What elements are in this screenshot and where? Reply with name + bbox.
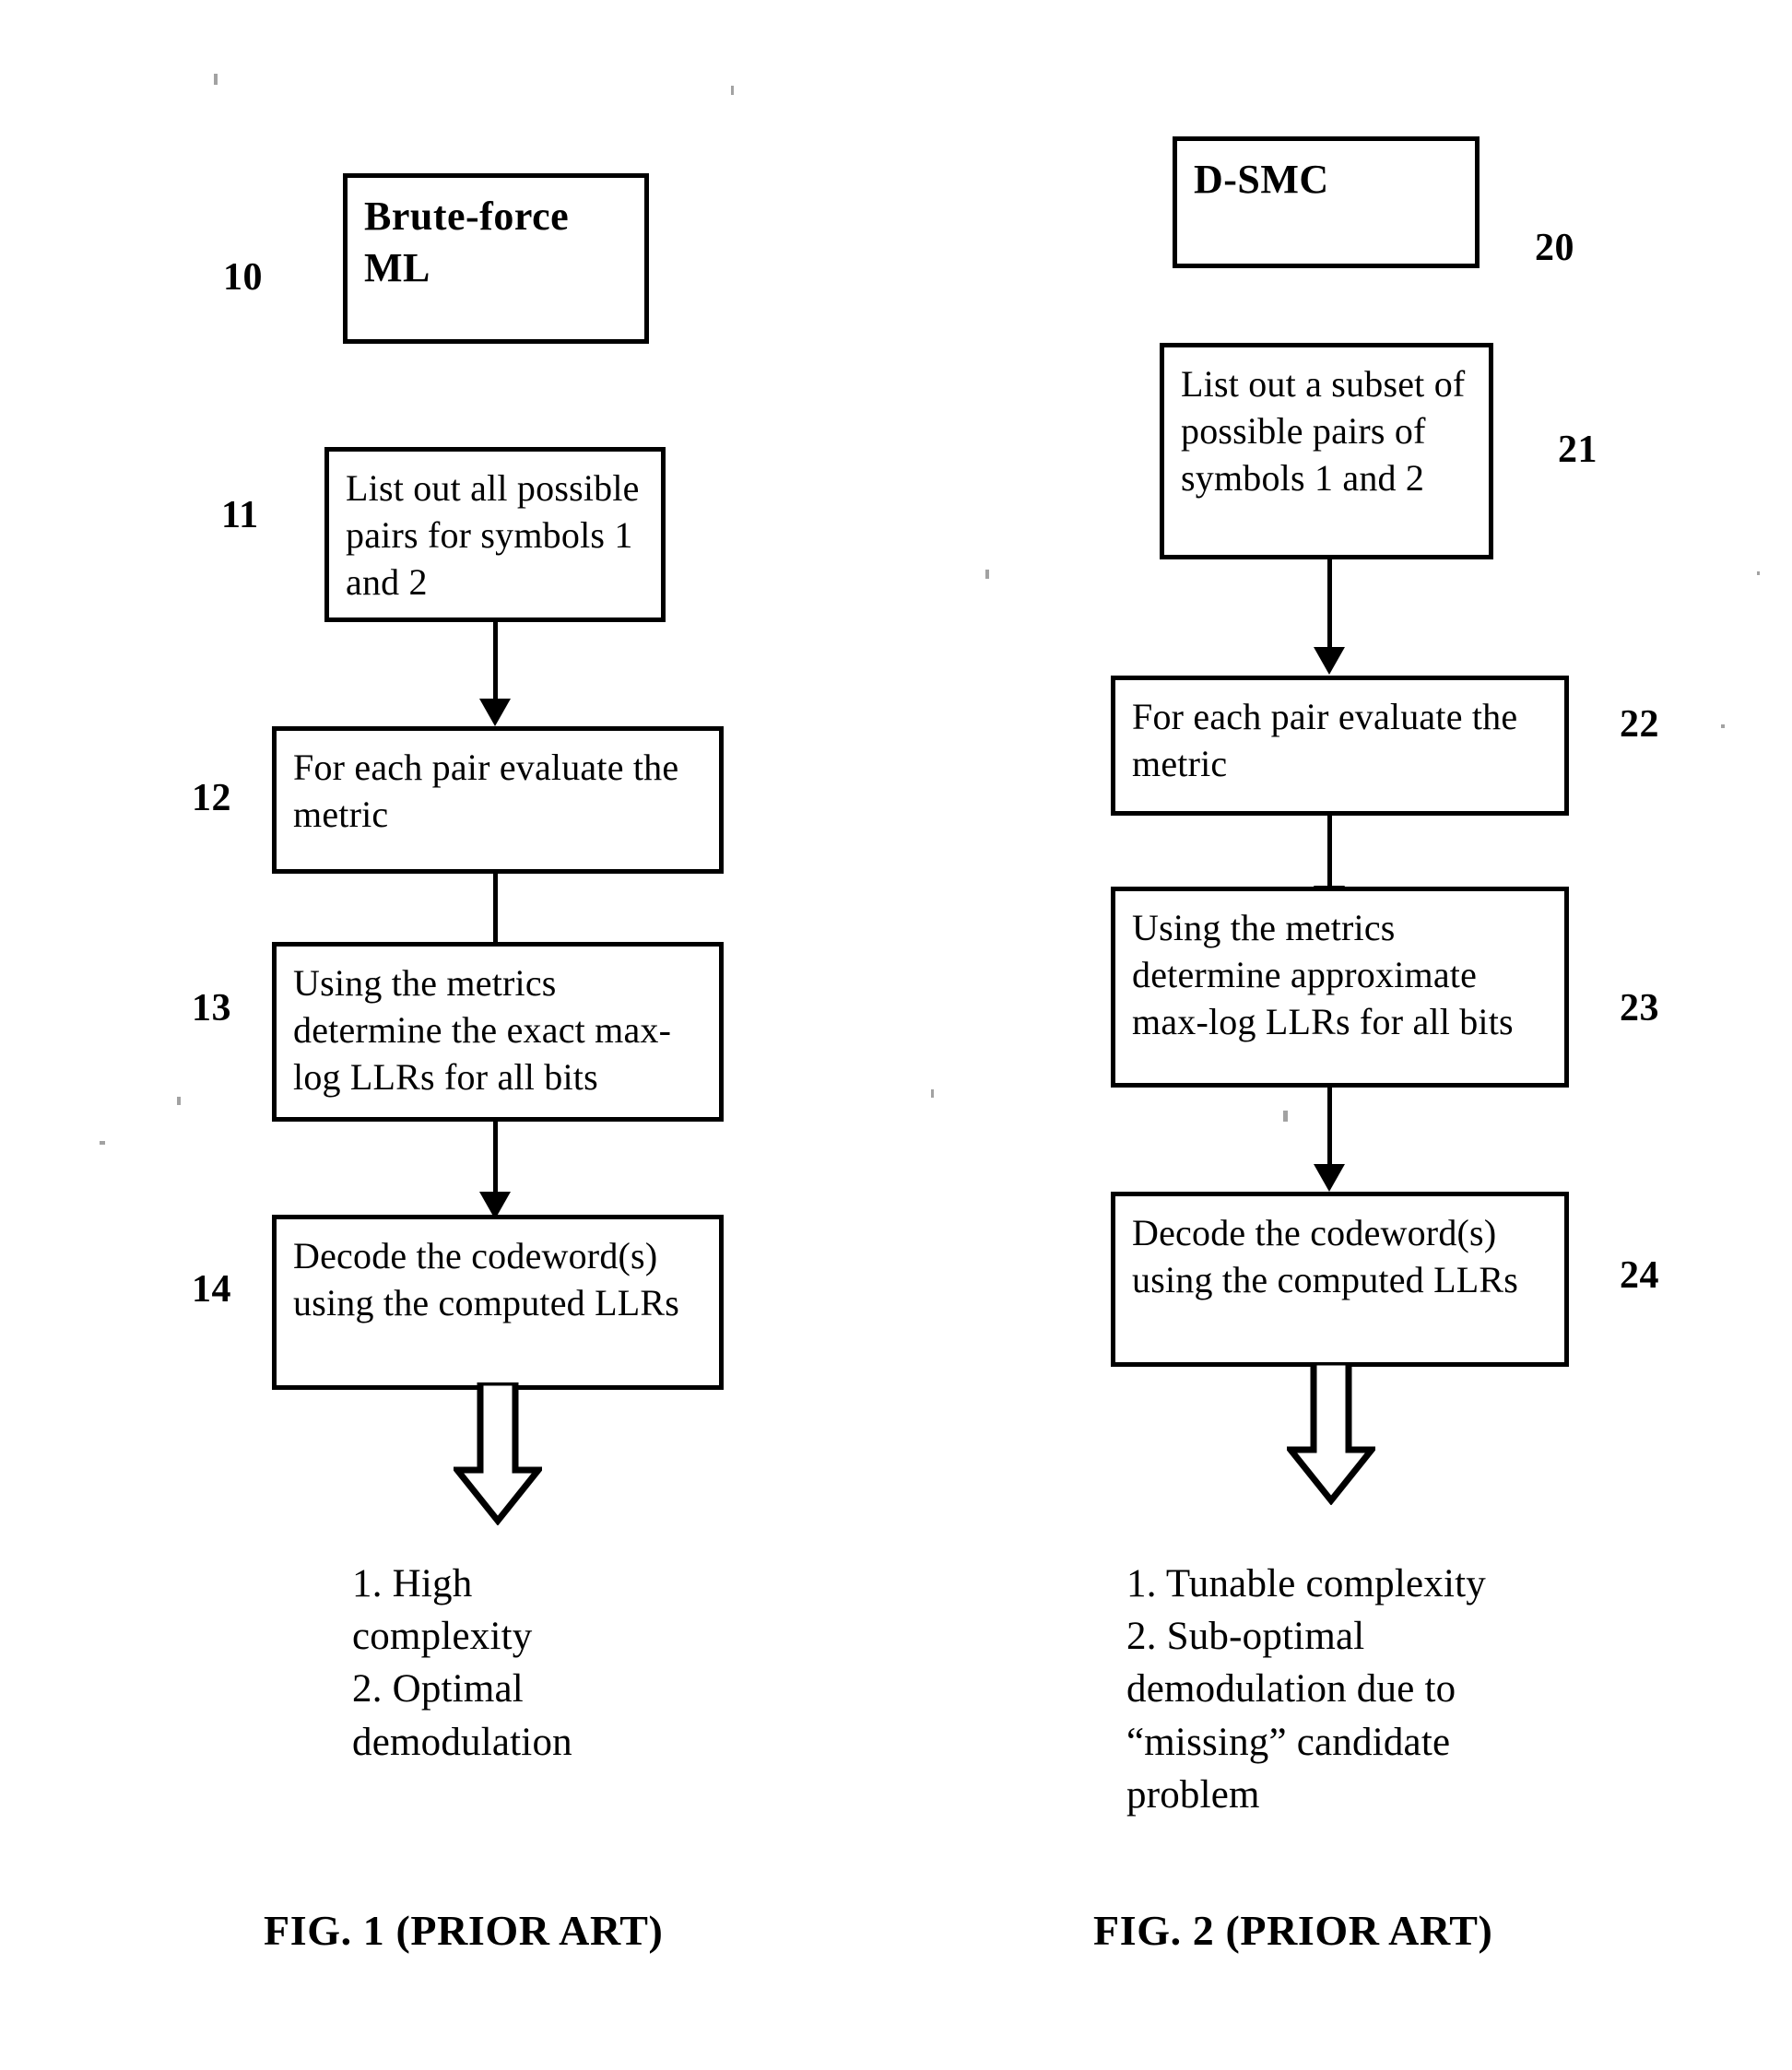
fig1-ref-11: 11 (221, 494, 259, 536)
fig1-ref-10: 10 (223, 256, 263, 299)
connector-shaft (493, 622, 498, 700)
fig2-step-box-23: Using the metrics determine approximate … (1111, 887, 1569, 1088)
scan-speck (931, 1089, 934, 1098)
fig1-step-14-text: Decode the codeword(s) using the compute… (293, 1235, 679, 1324)
connector-shaft (1327, 816, 1332, 888)
fig1-step-13-text: Using the metrics determine the exact ma… (293, 962, 672, 1099)
fig1-ref-14: 14 (192, 1268, 231, 1311)
fig1-outcome-arrow-icon (454, 1382, 542, 1525)
fig2-title-box-text: D-SMC (1194, 157, 1329, 202)
fig2-step-24-text: Decode the codeword(s) using the compute… (1132, 1212, 1518, 1301)
fig2-caption: FIG. 2 (PRIOR ART) (1093, 1907, 1493, 1954)
fig1-step-11-text: List out all possible pairs for symbols … (346, 467, 640, 604)
scan-speck (100, 1141, 105, 1145)
fig2-outcome-text: 1. Tunable complexity 2. Sub-optimal dem… (1126, 1562, 1487, 1817)
fig2-title-box: D-SMC (1173, 136, 1480, 268)
fig1-title-box: Brute-force ML (343, 173, 649, 344)
fig2-step-21-text: List out a subset of possible pairs of s… (1181, 363, 1466, 500)
connector-shaft (493, 1122, 498, 1194)
scan-speck (731, 86, 734, 95)
scan-speck (1757, 571, 1760, 575)
scan-speck (177, 1097, 181, 1105)
fig2-step-box-24: Decode the codeword(s) using the compute… (1111, 1192, 1569, 1367)
fig1-step-box-14: Decode the codeword(s) using the compute… (272, 1215, 724, 1390)
patent-figure-sheet: Brute-force ML 10 List out all possible … (0, 0, 1792, 2070)
fig2-ref-22: 22 (1620, 703, 1659, 746)
fig1-step-12-text: For each pair evaluate the metric (293, 747, 679, 836)
fig2-outcome-arrow-icon (1287, 1362, 1375, 1505)
fig2-step-22-text: For each pair evaluate the metric (1132, 696, 1518, 785)
connector-shaft (1327, 559, 1332, 649)
fig2-ref-20: 20 (1535, 227, 1574, 269)
scan-speck (214, 74, 218, 85)
scan-speck (985, 570, 989, 579)
fig1-step-box-11: List out all possible pairs for symbols … (324, 447, 666, 622)
connector-shaft (493, 874, 498, 947)
fig1-step-box-12: For each pair evaluate the metric (272, 726, 724, 874)
fig2-ref-23: 23 (1620, 987, 1659, 1029)
fig2-step-box-22: For each pair evaluate the metric (1111, 676, 1569, 816)
fig2-step-23-text: Using the metrics determine approximate … (1132, 907, 1514, 1043)
scan-speck (1283, 1111, 1288, 1122)
fig1-caption: FIG. 1 (PRIOR ART) (264, 1907, 664, 1954)
fig2-ref-21: 21 (1558, 429, 1597, 471)
fig1-outcome-text: 1. High complexity 2. Optimal demodulati… (352, 1562, 572, 1764)
arrowhead-icon (1314, 647, 1345, 675)
fig1-step-box-13: Using the metrics determine the exact ma… (272, 942, 724, 1122)
connector-shaft (1327, 1088, 1332, 1166)
scan-speck (1721, 724, 1725, 728)
arrowhead-icon (1314, 1164, 1345, 1192)
fig1-ref-12: 12 (192, 777, 231, 819)
fig2-ref-24: 24 (1620, 1254, 1659, 1297)
arrowhead-icon (479, 699, 511, 726)
fig1-ref-13: 13 (192, 987, 231, 1029)
fig2-step-box-21: List out a subset of possible pairs of s… (1160, 343, 1493, 559)
fig1-title-box-text: Brute-force ML (364, 194, 570, 291)
